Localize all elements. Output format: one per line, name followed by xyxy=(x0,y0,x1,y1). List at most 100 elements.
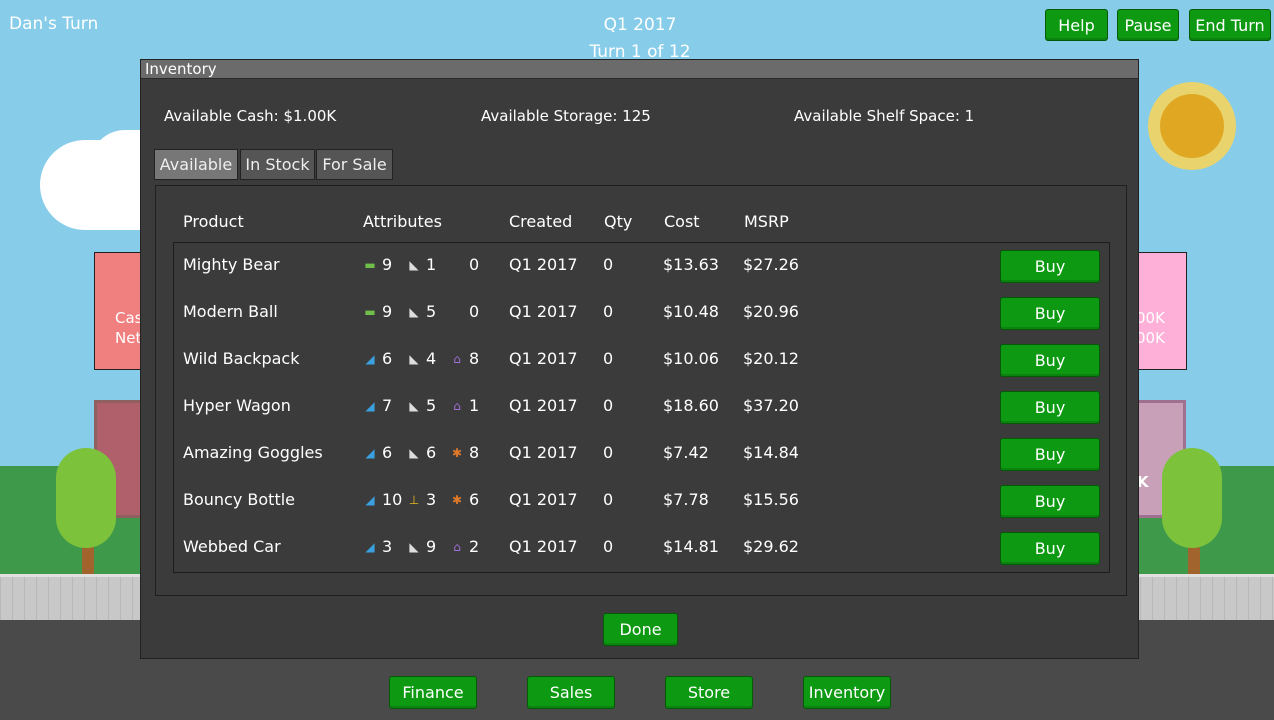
product-name: Modern Ball xyxy=(183,302,278,321)
created-date: Q1 2017 xyxy=(509,490,578,509)
tab-available[interactable]: Available xyxy=(154,149,238,180)
column-header-product: Product xyxy=(183,212,244,231)
attribute: ◣ 9 xyxy=(407,537,436,556)
green-bone-icon: ▬ xyxy=(364,304,376,319)
tree-icon xyxy=(56,448,116,548)
buy-button[interactable]: Buy xyxy=(1000,297,1100,330)
done-button[interactable]: Done xyxy=(603,613,678,646)
attribute: ◣ 6 xyxy=(407,443,436,462)
quantity: 0 xyxy=(603,443,614,462)
attribute: ⌂ 8 xyxy=(450,349,479,368)
column-header-cost: Cost xyxy=(664,212,700,231)
column-header-msrp: MSRP xyxy=(744,212,789,231)
left-store-text: Net xyxy=(115,329,142,347)
pause-button[interactable]: Pause xyxy=(1117,9,1179,41)
shoe-icon: ◣ xyxy=(409,445,419,460)
purple-house-icon: ⌂ xyxy=(453,398,461,413)
attribute-value: 10 xyxy=(382,490,403,509)
attribute-value: 6 xyxy=(426,443,437,462)
buy-button[interactable]: Buy xyxy=(1000,532,1100,565)
quantity: 0 xyxy=(603,349,614,368)
quantity: 0 xyxy=(603,537,614,556)
blue-boot-icon: ◢ xyxy=(365,445,375,460)
attribute: ◣ 5 xyxy=(407,396,436,415)
product-name: Webbed Car xyxy=(183,537,281,556)
created-date: Q1 2017 xyxy=(509,349,578,368)
created-date: Q1 2017 xyxy=(509,443,578,462)
cost: $18.60 xyxy=(663,396,719,415)
msrp: $37.20 xyxy=(743,396,799,415)
dialog-title: Inventory xyxy=(141,60,1138,79)
yellow-trophy-icon: ⊥ xyxy=(408,492,420,507)
attribute: ▬ 9 xyxy=(363,302,392,321)
green-bone-icon: ▬ xyxy=(364,257,376,272)
attribute-value: 6 xyxy=(382,349,393,368)
product-table: Mighty Bear ▬ 9 ◣ 1 0 Q1 2017 0 $13.63 $27.26 Buy M… xyxy=(173,242,1110,573)
blue-boot-icon: ◢ xyxy=(365,539,375,554)
store-button[interactable]: Store xyxy=(665,676,753,709)
tab-for-sale[interactable]: For Sale xyxy=(316,149,393,180)
attribute: ✱ 8 xyxy=(450,443,479,462)
shoe-icon: ◣ xyxy=(409,257,419,272)
shoe-icon: ◣ xyxy=(409,304,419,319)
tab-in-stock[interactable]: In Stock xyxy=(240,149,315,180)
player-turn-label: Dan's Turn xyxy=(9,14,99,34)
product-name: Wild Backpack xyxy=(183,349,300,368)
attribute: ◢ 7 xyxy=(363,396,392,415)
attribute-value: 1 xyxy=(426,255,437,274)
attribute-value: 6 xyxy=(382,443,393,462)
created-date: Q1 2017 xyxy=(509,396,578,415)
product-name: Bouncy Bottle xyxy=(183,490,295,509)
product-name: Mighty Bear xyxy=(183,255,280,274)
shoe-icon: ◣ xyxy=(409,539,419,554)
quantity: 0 xyxy=(603,255,614,274)
msrp: $15.56 xyxy=(743,490,799,509)
attribute: ◢ 6 xyxy=(363,443,392,462)
attribute-value: 1 xyxy=(469,396,480,415)
sales-button[interactable]: Sales xyxy=(527,676,615,709)
cost: $7.78 xyxy=(663,490,709,509)
attribute-value: 5 xyxy=(426,396,437,415)
quantity: 0 xyxy=(603,490,614,509)
msrp: $27.26 xyxy=(743,255,799,274)
tree-icon xyxy=(1162,448,1222,548)
column-header-qty: Qty xyxy=(604,212,633,231)
attribute-value: 0 xyxy=(469,255,480,274)
inventory-button[interactable]: Inventory xyxy=(803,676,891,709)
msrp: $14.84 xyxy=(743,443,799,462)
attribute: ⌂ 1 xyxy=(450,396,479,415)
product-name: Amazing Goggles xyxy=(183,443,323,462)
attribute-value: 8 xyxy=(469,443,480,462)
sun-icon xyxy=(1160,94,1224,158)
help-button[interactable]: Help xyxy=(1045,9,1108,41)
attribute: ◣ 1 xyxy=(407,255,436,274)
product-name: Hyper Wagon xyxy=(183,396,291,415)
buy-button[interactable]: Buy xyxy=(1000,250,1100,283)
attribute: ▬ 9 xyxy=(363,255,392,274)
attribute: ⊥ 3 xyxy=(407,490,436,509)
blue-boot-icon: ◢ xyxy=(365,492,375,507)
buy-button[interactable]: Buy xyxy=(1000,344,1100,377)
available-storage: Available Storage: 125 xyxy=(481,107,651,125)
buy-button[interactable]: Buy xyxy=(1000,485,1100,518)
table-row: Mighty Bear ▬ 9 ◣ 1 0 Q1 2017 0 $13.63 $27.26 Buy xyxy=(174,243,1109,290)
finance-button[interactable]: Finance xyxy=(389,676,477,709)
cost: $7.42 xyxy=(663,443,709,462)
attribute-value: 2 xyxy=(469,537,480,556)
attribute-value: 3 xyxy=(426,490,437,509)
buy-button[interactable]: Buy xyxy=(1000,438,1100,471)
attribute-value: 5 xyxy=(426,302,437,321)
attribute: ◢ 6 xyxy=(363,349,392,368)
attribute-value: 9 xyxy=(382,302,393,321)
cost: $10.48 xyxy=(663,302,719,321)
attribute: ◢ 3 xyxy=(363,537,392,556)
end-turn-button[interactable]: End Turn xyxy=(1189,9,1271,41)
attribute: ◢ 10 xyxy=(363,490,402,509)
attribute-value: 9 xyxy=(426,537,437,556)
quarter-label: Q1 2017 xyxy=(603,15,677,35)
blue-boot-icon: ◢ xyxy=(365,351,375,366)
buy-button[interactable]: Buy xyxy=(1000,391,1100,424)
cost: $14.81 xyxy=(663,537,719,556)
attribute: ◣ 4 xyxy=(407,349,436,368)
created-date: Q1 2017 xyxy=(509,537,578,556)
